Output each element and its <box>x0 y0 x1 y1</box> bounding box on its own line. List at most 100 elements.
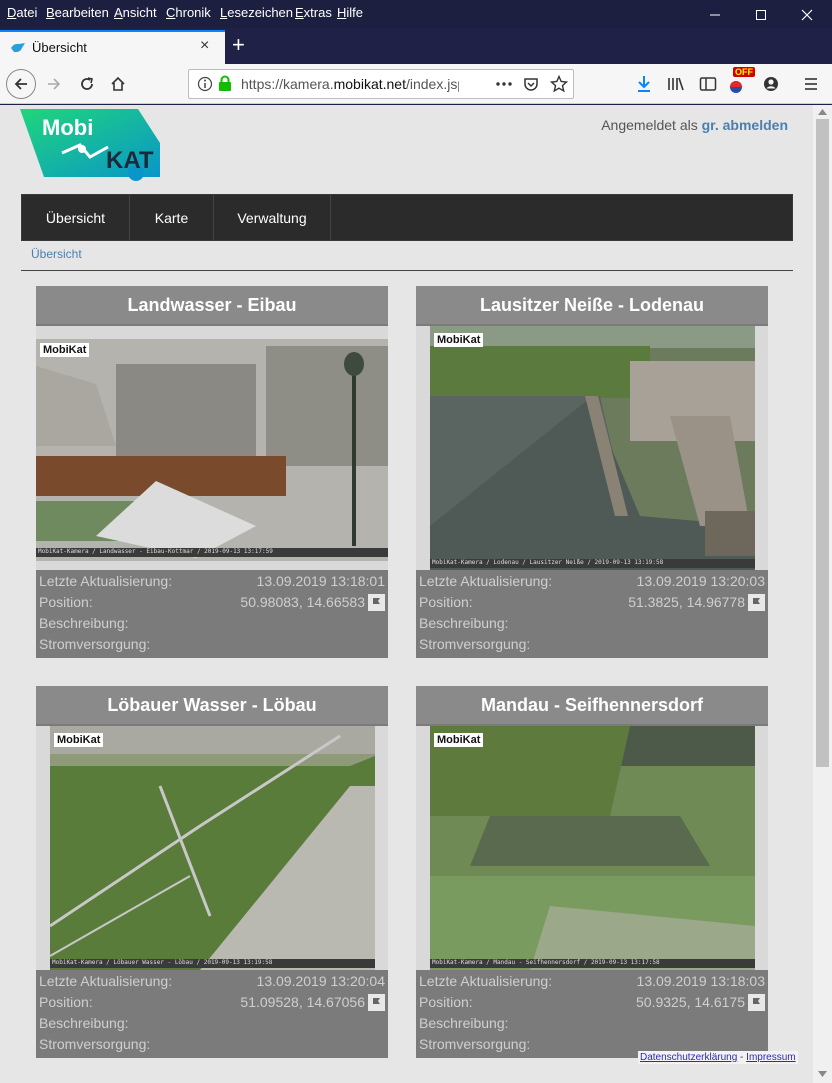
menu-bearbeiten[interactable]: Bearbeiten <box>46 5 109 20</box>
lock-icon <box>219 75 231 91</box>
minimize-icon <box>710 14 720 16</box>
update-value: 13.09.2019 13:20:03 <box>636 573 765 589</box>
page-scrollbar[interactable] <box>813 105 832 1083</box>
update-label: Letzte Aktualisierung: <box>39 573 173 589</box>
info-icon[interactable] <box>197 76 213 92</box>
mobikat-logo[interactable]: Mobi KAT <box>20 109 162 181</box>
library-button[interactable] <box>662 70 690 98</box>
close-window-button[interactable] <box>784 0 830 30</box>
addon-off-badge: OFF <box>733 67 755 77</box>
logo-word-mobi: Mobi <box>42 115 94 140</box>
flag-icon[interactable] <box>368 993 385 1011</box>
back-button[interactable] <box>6 69 36 99</box>
description-label: Beschreibung: <box>39 615 129 631</box>
download-icon <box>638 76 650 92</box>
page-actions-icon[interactable] <box>495 77 513 91</box>
sidebar-icon <box>699 77 717 91</box>
logout-link[interactable]: abmelden <box>723 117 788 133</box>
tab-title: Übersicht <box>32 40 87 55</box>
addon-button[interactable]: OFF <box>726 67 755 98</box>
main-navigation: Übersicht Karte Verwaltung <box>21 194 793 241</box>
camera-image[interactable]: MobiKat MobiKat-Kamera / Landwasser - Ei… <box>36 326 388 570</box>
position-label: Position: <box>419 594 473 610</box>
flag-icon[interactable] <box>748 593 765 611</box>
scroll-down-icon[interactable] <box>818 1071 827 1077</box>
url-text[interactable]: https://kamera.mobikat.net/index.jsp <box>241 76 459 92</box>
camera-caption: MobiKat-Kamera / Landwasser - Eibau-Kott… <box>38 548 273 555</box>
position-value: 51.3825, 14.96778 <box>628 594 745 610</box>
camera-image[interactable]: MobiKat MobiKat-Kamera / Löbauer Wasser … <box>36 726 388 970</box>
tab-uebersicht[interactable]: Übersicht × <box>0 30 225 64</box>
nav-verwaltung[interactable]: Verwaltung <box>214 195 331 240</box>
menu-extras[interactable]: Extras <box>295 5 332 20</box>
description-label: Beschreibung: <box>419 615 509 631</box>
reload-button[interactable] <box>73 70 101 98</box>
sidebar-button[interactable] <box>694 70 722 98</box>
camera-image[interactable]: MobiKat MobiKat-Kamera / Mandau - Seifhe… <box>416 726 768 970</box>
downloads-button[interactable] <box>630 70 658 98</box>
forward-button[interactable] <box>40 70 68 98</box>
new-tab-button[interactable]: + <box>232 34 252 58</box>
login-label: Angemeldet als <box>601 117 702 133</box>
close-icon <box>801 9 813 21</box>
home-button[interactable] <box>104 70 132 98</box>
forward-arrow-icon <box>48 78 61 90</box>
imprint-link[interactable]: Impressum <box>746 1052 795 1063</box>
library-icon <box>668 77 684 91</box>
camera-title: Lausitzer Neiße - Lodenau <box>416 286 768 324</box>
pocket-icon[interactable] <box>523 76 539 92</box>
home-icon <box>111 76 125 91</box>
privacy-link[interactable]: Datenschutzerklärung <box>640 1052 737 1063</box>
camera-caption: MobiKat-Kamera / Löbauer Wasser - Löbau … <box>52 959 273 966</box>
account-button[interactable] <box>757 70 785 98</box>
reload-icon <box>81 77 93 90</box>
position-row: Position: 50.98083, 14.66583 <box>39 593 385 614</box>
flag-icon[interactable] <box>368 593 385 611</box>
nav-karte[interactable]: Karte <box>130 195 214 240</box>
menu-datei[interactable]: Datei <box>7 5 37 20</box>
watermark-logo: MobiKat <box>434 733 484 747</box>
position-value: 51.09528, 14.67056 <box>240 994 365 1010</box>
maximize-button[interactable] <box>738 0 784 30</box>
menu-button[interactable] <box>797 70 825 98</box>
update-row: Letzte Aktualisierung: 13.09.2019 13:20:0… <box>419 573 765 593</box>
scroll-up-icon[interactable] <box>818 109 827 115</box>
camera-caption: MobiKat-Kamera / Mandau - Seifhennersdor… <box>432 959 660 966</box>
watermark-logo: MobiKat <box>54 733 104 747</box>
power-label: Stromversorgung: <box>39 1036 151 1052</box>
camera-card-mandau-seifhennersdorf: Mandau - Seifhennersdorf MobiKat MobiKat… <box>416 686 768 1058</box>
maximize-icon <box>756 10 766 20</box>
menu-bar: Datei Bearbeiten Ansicht Chronik Lesezei… <box>0 0 832 28</box>
url-domain: mobikat.net <box>333 76 406 92</box>
power-label: Stromversorgung: <box>39 636 151 652</box>
update-label: Letzte Aktualisierung: <box>39 973 173 989</box>
minimize-button[interactable] <box>692 0 738 30</box>
camera-snapshot-lodenau <box>430 326 755 570</box>
power-row: Stromversorgung: <box>39 1036 385 1056</box>
breadcrumb-divider <box>21 270 793 271</box>
camera-title: Löbauer Wasser - Löbau <box>36 686 388 724</box>
update-value: 13.09.2019 13:20:04 <box>256 973 385 989</box>
camera-image[interactable]: MobiKat MobiKat-Kamera / Lodenau / Lausi… <box>416 326 768 570</box>
navigation-toolbar: https://kamera.mobikat.net/index.jsp OFF <box>0 64 832 104</box>
url-bar[interactable]: https://kamera.mobikat.net/index.jsp <box>188 69 574 99</box>
description-row: Beschreibung: <box>419 615 765 635</box>
scrollbar-thumb[interactable] <box>816 119 829 767</box>
bookmark-star-icon[interactable] <box>550 75 568 93</box>
tab-close-icon[interactable]: × <box>200 37 209 55</box>
camera-snapshot-eibau <box>36 326 388 570</box>
login-status: Angemeldet als gr. abmelden <box>601 117 788 133</box>
description-label: Beschreibung: <box>39 1015 129 1031</box>
menu-lesezeichen[interactable]: Lesezeichen <box>220 5 293 20</box>
description-label: Beschreibung: <box>419 1015 509 1031</box>
menu-ansicht[interactable]: Ansicht <box>114 5 157 20</box>
footer-links: Datenschutzerklärung - Impressum <box>638 1051 798 1064</box>
login-user[interactable]: gr. <box>702 117 719 133</box>
menu-hilfe[interactable]: Hilfe <box>337 5 363 20</box>
menu-chronik[interactable]: Chronik <box>166 5 211 20</box>
footer-separator: - <box>737 1052 747 1063</box>
flag-icon[interactable] <box>748 993 765 1011</box>
nav-uebersicht[interactable]: Übersicht <box>22 195 130 240</box>
breadcrumb[interactable]: Übersicht <box>31 247 82 261</box>
position-value: 50.98083, 14.66583 <box>240 594 365 610</box>
